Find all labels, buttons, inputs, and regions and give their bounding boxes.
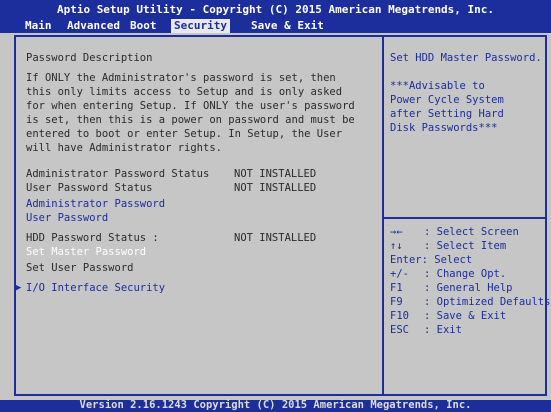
key-action: : Save & Exit [424,310,507,322]
set-user-password-item[interactable]: Set User Password [26,261,133,275]
key-select-item: ↑↓ : Select Item [390,239,506,253]
key-name: F10 [390,310,409,322]
key-name: Enter: [390,254,428,266]
tab-boot[interactable]: Boot [127,19,160,33]
key-name: →← [390,226,403,238]
key-name: ESC [390,324,409,336]
main-frame: Password Description If ONLY the Adminis… [14,35,550,396]
key-name: ↑↓ [390,240,403,252]
description-line-5: entered to boot or enter Setup. In Setup… [26,128,343,140]
key-action: : Select Screen [424,226,519,238]
key-select-screen: →← : Select Screen [390,225,519,239]
key-name: +/- [390,268,409,280]
tab-main[interactable]: Main [22,19,55,33]
key-action: : Change Opt. [424,268,507,280]
password-description-title: Password Description [26,52,153,64]
tab-save-exit[interactable]: Save & Exit [248,19,327,33]
description-line-6: will have Administrator rights. [26,142,222,154]
user-password-item[interactable]: User Password [26,211,108,225]
description-line-3: for when entering Setup. If ONLY the use… [26,100,355,112]
user-status-value: NOT INSTALLED [234,182,317,194]
key-action: Select [434,254,473,266]
vertical-divider [382,37,384,394]
key-save-exit: F10 : Save & Exit [390,309,506,323]
app-title: Aptio Setup Utility - Copyright (C) 2015… [56,3,495,16]
key-action: : Select Item [424,240,507,252]
horizontal-divider [384,217,545,219]
help-line-5: Disk Passwords*** [390,122,498,134]
help-line-3: Power Cycle System [390,94,504,106]
help-line-4: after Setting Hard [390,108,504,120]
description-line-1: If ONLY the Administrator's password is … [26,72,336,84]
admin-status-value: NOT INSTALLED [234,168,317,180]
hdd-status-label: HDD Password Status : [26,232,159,244]
admin-status-label: Administrator Password Status [26,168,210,180]
bottom-bar: Version 2.16.1243 Copyright (C) 2015 Ame… [0,399,551,412]
key-action: : Exit [424,324,462,336]
tab-advanced[interactable]: Advanced [64,19,123,33]
tab-security[interactable]: Security [171,19,230,33]
key-optimized-defaults: F9 : Optimized Defaults [390,295,550,309]
key-exit: ESC : Exit [390,323,462,337]
key-change-opt: +/- : Change Opt. [390,267,506,281]
key-action: : Optimized Defaults [424,296,551,308]
user-status-label: User Password Status [26,182,153,194]
io-interface-security-item[interactable]: I/O Interface Security [26,281,165,295]
administrator-password-item[interactable]: Administrator Password [26,197,165,211]
content-area: Password Description If ONLY the Adminis… [0,33,551,400]
key-general-help: F1 : General Help [390,281,513,295]
key-action: : General Help [424,282,513,294]
help-line-1: Set HDD Master Password. [390,52,542,64]
hdd-status-value: NOT INSTALLED [234,232,317,244]
key-name: F9 [390,296,403,308]
submenu-arrow-icon: ▶ [16,283,22,293]
key-name: F1 [390,282,403,294]
version-footer: Version 2.16.1243 Copyright (C) 2015 Ame… [79,399,472,411]
description-line-4: is set, then this is a power on password… [26,114,355,126]
description-line-2: this only limits access to Setup and is … [26,86,343,98]
top-bar: Aptio Setup Utility - Copyright (C) 2015… [0,0,551,33]
set-master-password-item[interactable]: Set Master Password [26,245,146,259]
help-line-2: ***Advisable to [390,80,485,92]
key-enter: Enter: Select [390,253,472,267]
